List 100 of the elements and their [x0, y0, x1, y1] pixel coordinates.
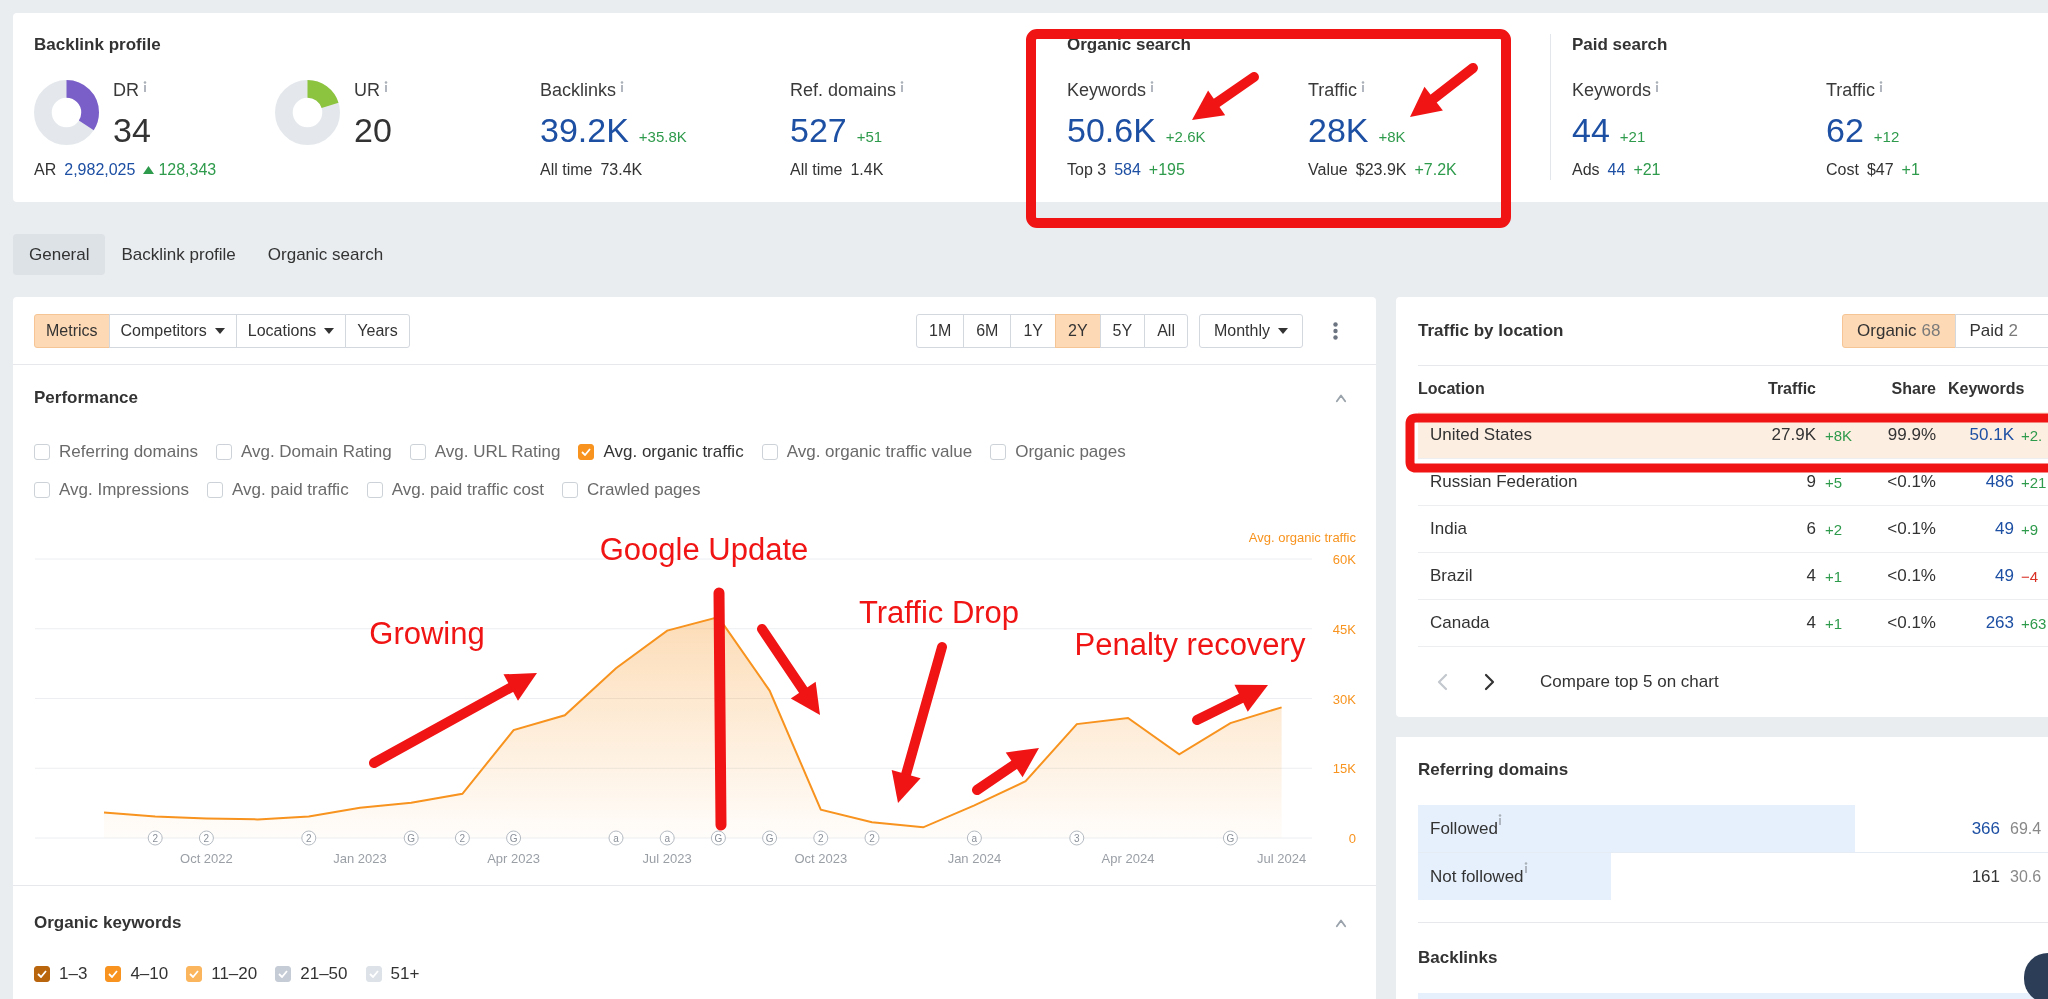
- table-cell[interactable]: 486: [1936, 472, 2014, 492]
- table-cell-text: <0.1%: [1886, 519, 1936, 539]
- annotation-text: Google Update: [599, 532, 809, 568]
- check-icon: [581, 448, 592, 456]
- checkbox[interactable]: [578, 444, 595, 460]
- axis-label: 0: [1348, 831, 1356, 846]
- interval-dropdown[interactable]: Monthly: [1198, 313, 1303, 348]
- checkbox[interactable]: [34, 966, 50, 982]
- tab[interactable]: General: [13, 234, 106, 275]
- axis-label: Jan 2023: [333, 851, 387, 866]
- table-cell-text: <0.1%: [1886, 566, 1936, 586]
- table-cell-text: Russian Federation: [1429, 472, 1579, 492]
- axis-label: 45K: [1332, 621, 1356, 637]
- period-button[interactable]: 1Y: [1010, 313, 1057, 348]
- metric-value: 34: [113, 110, 151, 150]
- column-header: Location: [1418, 380, 1486, 398]
- metric-value: 50.6K: [1067, 110, 1156, 150]
- table-row[interactable]: India 6 +2 <0.1% 49 +9: [1418, 506, 2048, 553]
- metric-value: 28K: [1308, 110, 1369, 150]
- column-header: Share: [1890, 380, 1936, 398]
- period-button[interactable]: 5Y: [1099, 313, 1146, 348]
- card-title: Referring domains: [1418, 759, 1570, 781]
- compare-link[interactable]: Compare top 5 on chart: [1540, 672, 1719, 692]
- period-button[interactable]: All: [1144, 313, 1188, 348]
- table-row[interactable]: Brazil 4 +1 <0.1% 49 −4: [1418, 553, 2048, 600]
- change-value: 128,343: [158, 161, 217, 179]
- check-icon: [368, 970, 379, 978]
- change-value: +7.2K: [1414, 161, 1457, 179]
- toggle-button[interactable]: Organic 68: [1842, 314, 1956, 348]
- table-row[interactable]: Canada 4 +1 <0.1% 263 +63: [1418, 600, 2048, 647]
- tab[interactable]: Backlink profile: [105, 234, 252, 275]
- change-value: +1: [1824, 567, 1844, 585]
- metric-value: 20: [354, 110, 392, 150]
- change-value: +2: [1824, 520, 1844, 538]
- tab[interactable]: Organic search: [251, 234, 400, 275]
- axis-label: Jul 2024: [1257, 851, 1307, 866]
- event-marker[interactable]: 2: [301, 830, 317, 846]
- period-button[interactable]: 2Y: [1055, 313, 1101, 348]
- chevron-right-icon[interactable]: [1484, 673, 1496, 691]
- metric-label: Backlinks: [540, 79, 617, 101]
- count-link[interactable]: 366: [1940, 818, 2000, 839]
- checkbox-label: 21–50: [300, 964, 348, 984]
- table-cell-text: 6: [1805, 519, 1816, 539]
- info-icon: [1879, 81, 1883, 92]
- sub-label: Top 3: [1067, 161, 1107, 179]
- view-button[interactable]: Locations: [235, 313, 347, 348]
- info-icon: [143, 81, 147, 92]
- view-button[interactable]: Years: [345, 313, 410, 348]
- info-icon: [900, 81, 905, 92]
- info-icon: [1361, 81, 1365, 92]
- section-title: Performance: [34, 387, 138, 409]
- legend-label: Avg. organic traffic: [1248, 530, 1356, 545]
- annotation-arrow: [1410, 63, 1478, 117]
- checkbox-label: Referring domains: [59, 442, 198, 462]
- metric-label: DR: [113, 79, 139, 101]
- more-icon[interactable]: [1333, 321, 1338, 340]
- chevron-up-icon[interactable]: [1334, 918, 1348, 928]
- annotation-arrow: [1192, 72, 1259, 120]
- metric-value: 44: [1572, 110, 1610, 150]
- table-row[interactable]: Russian Federation 9 +5 <0.1% 486 +21: [1418, 459, 2048, 506]
- change-value: +2.6K: [1165, 128, 1206, 145]
- sub-label: AR: [34, 161, 57, 179]
- view-button[interactable]: Metrics: [34, 313, 110, 348]
- table-cell[interactable]: 50.1K: [1936, 425, 2014, 445]
- metric-label: Ref. domains: [790, 79, 897, 101]
- checkbox[interactable]: [105, 966, 122, 982]
- caret-icon: [1278, 327, 1288, 334]
- table-cell[interactable]: 263: [1936, 613, 2014, 633]
- check-icon: [37, 970, 47, 978]
- count-value: 161: [1970, 866, 2000, 887]
- change-value: +2.: [2020, 426, 2044, 444]
- change-value: +9: [2020, 520, 2040, 538]
- change-value: +21: [1633, 161, 1661, 179]
- metric-label: Keywords: [1067, 79, 1147, 101]
- change-value: +12: [1873, 128, 1900, 145]
- sub-value-link[interactable]: 2,982,025: [64, 161, 136, 179]
- change-value: +51: [856, 128, 883, 145]
- period-button[interactable]: 1M: [916, 313, 965, 348]
- view-button[interactable]: Competitors: [108, 313, 237, 348]
- checkbox[interactable]: [186, 966, 203, 982]
- change-value: +1: [1824, 614, 1844, 632]
- share-value: 30.6: [2009, 867, 2043, 886]
- metric-value: 39.2K: [540, 110, 629, 150]
- row-label: Followed: [1429, 818, 1499, 839]
- event-marker[interactable]: 2: [813, 830, 829, 846]
- sub-value-link[interactable]: 44: [1607, 161, 1626, 179]
- checkbox[interactable]: [275, 966, 292, 982]
- row-label: Not followed: [1429, 866, 1524, 887]
- donut-chart: [275, 80, 340, 145]
- table-cell[interactable]: 49: [1936, 566, 2014, 586]
- info-icon: [620, 81, 625, 92]
- sub-value: 73.4K: [600, 161, 643, 179]
- table-cell-text: 99.9%: [1886, 425, 1936, 445]
- toggle-button[interactable]: Paid 2: [1954, 314, 2048, 348]
- table-cell[interactable]: 49: [1936, 519, 2014, 539]
- checkbox-label: Avg. Domain Rating: [240, 442, 392, 462]
- sub-value-link[interactable]: 584: [1114, 161, 1141, 179]
- chevron-up-icon[interactable]: [1334, 393, 1348, 403]
- checkbox-label: Avg. Impressions: [59, 480, 190, 500]
- period-button[interactable]: 6M: [963, 313, 1012, 348]
